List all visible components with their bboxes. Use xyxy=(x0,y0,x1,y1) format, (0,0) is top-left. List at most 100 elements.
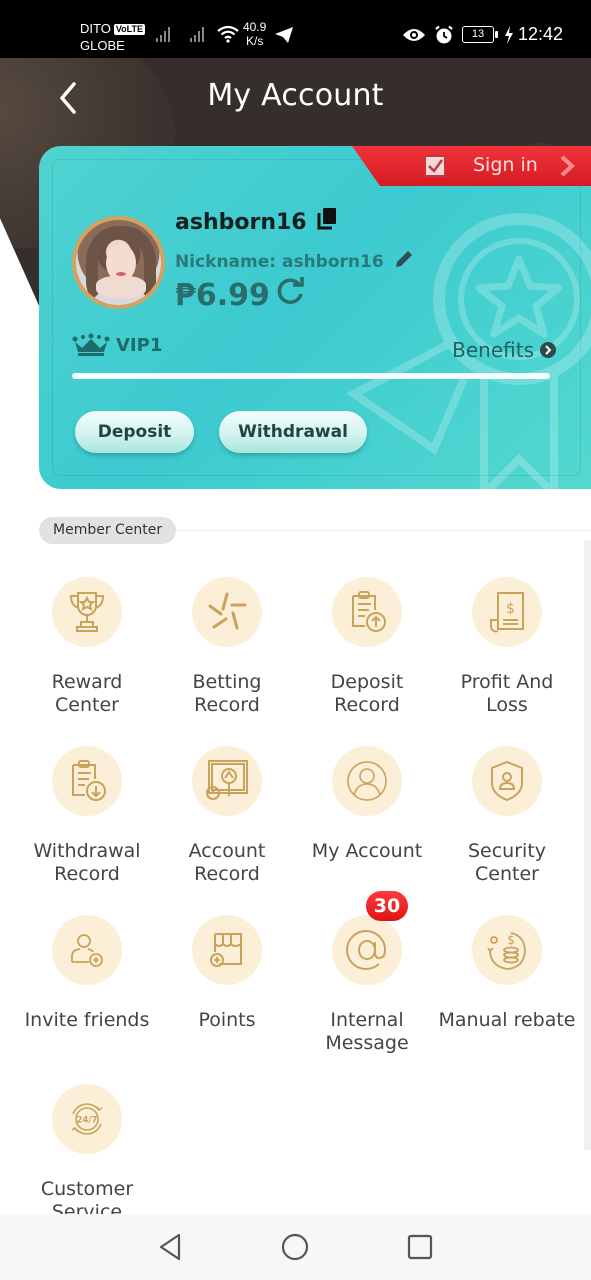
clock: 12:42 xyxy=(517,24,563,44)
icon-circle xyxy=(52,915,122,985)
sign-in-button[interactable]: Sign in xyxy=(352,146,591,186)
edit-nickname-button[interactable] xyxy=(394,249,414,274)
menu-item-customer-service[interactable]: 24/7 Customer Service xyxy=(17,1084,157,1224)
menu-item-betting-record[interactable]: Betting Record xyxy=(157,577,297,717)
menu-item-label: Points xyxy=(198,1009,256,1031)
trophy-icon xyxy=(69,592,105,632)
avatar-hands xyxy=(96,276,146,298)
menu-item-label: Account Record xyxy=(188,840,266,885)
username-row: ashborn16 xyxy=(175,208,337,236)
vip-progress-bar xyxy=(72,373,550,379)
nav-recents-button[interactable] xyxy=(405,1232,435,1262)
menu-item-security-center[interactable]: Security Center xyxy=(437,746,577,886)
nickname-row: Nickname: ashborn16 xyxy=(175,249,414,274)
benefits-link[interactable]: Benefits xyxy=(452,338,556,362)
svg-text:24/7: 24/7 xyxy=(77,1116,98,1126)
icon-circle xyxy=(52,746,122,816)
shield-user-icon xyxy=(491,760,523,802)
vip-progress-fill xyxy=(72,373,550,379)
signal-icon xyxy=(190,26,204,42)
refresh-icon xyxy=(277,277,304,304)
pencil-icon xyxy=(395,251,412,267)
menu-item-label: Internal Message xyxy=(325,1009,409,1054)
refresh-balance-button[interactable] xyxy=(276,276,306,314)
wifi-icon xyxy=(217,25,239,43)
menu-item-invite-friends[interactable]: Invite friends xyxy=(17,915,157,1032)
clipboard-download-icon xyxy=(72,760,106,801)
icon-circle: 30 xyxy=(332,891,408,985)
svg-text:$: $ xyxy=(507,933,515,947)
checkbox-icon xyxy=(424,155,446,177)
menu-item-label: Profit And Loss xyxy=(460,671,554,716)
copy-icon[interactable] xyxy=(317,208,337,236)
scrollbar[interactable] xyxy=(584,540,591,1150)
icon-circle xyxy=(192,577,262,647)
net-speed-unit: K/s xyxy=(246,34,264,48)
chevron-right-circle-icon xyxy=(540,342,556,358)
menu-item-manual-rebate[interactable]: $ Manual rebate xyxy=(437,915,577,1032)
volte-badge: VoLTE xyxy=(113,24,145,35)
nav-back-button[interactable] xyxy=(155,1232,185,1262)
deposit-button[interactable]: Deposit xyxy=(75,411,194,453)
icon-circle xyxy=(192,746,262,816)
menu-item-points[interactable]: Points xyxy=(157,915,297,1032)
sign-in-label: Sign in xyxy=(473,154,538,176)
signal-icon xyxy=(156,26,170,42)
menu-item-reward-center[interactable]: Reward Center xyxy=(17,577,157,717)
coins-rebate-icon: $ xyxy=(487,932,526,970)
chevron-right-icon xyxy=(560,155,575,177)
withdrawal-button[interactable]: Withdrawal xyxy=(219,411,367,453)
svg-text:$: $ xyxy=(506,601,515,617)
invite-user-icon xyxy=(71,934,103,967)
receipt-icon: $ xyxy=(490,592,524,633)
status-bar: DITO VoLTE GLOBE 40.9 K/s 13 12:42 xyxy=(0,0,591,58)
account-record-icon xyxy=(206,760,248,800)
icon-circle xyxy=(332,577,402,647)
icon-circle: $ xyxy=(472,915,542,985)
menu-item-account-record[interactable]: Account Record xyxy=(157,746,297,886)
vip-level: VIP1 xyxy=(72,333,162,357)
icon-circle: $ xyxy=(472,577,542,647)
menu-item-label: My Account xyxy=(311,840,423,862)
notification-badge: 30 xyxy=(366,891,408,921)
nav-home-icon xyxy=(281,1233,309,1261)
menu-item-label: Reward Center xyxy=(51,671,123,716)
nav-back-icon xyxy=(159,1233,181,1261)
menu-item-deposit-record[interactable]: Deposit Record xyxy=(297,577,437,717)
menu-item-internal-message[interactable]: 30 Internal Message xyxy=(297,891,437,1055)
balance-row: ₱6.99 xyxy=(175,276,306,314)
network-speed: 40.9 K/s xyxy=(243,20,266,48)
nav-home-button[interactable] xyxy=(280,1232,310,1262)
menu-item-label: Security Center xyxy=(467,840,547,885)
username: ashborn16 xyxy=(175,209,307,235)
status-right: 13 12:42 xyxy=(402,24,563,45)
battery-icon: 13 xyxy=(461,26,498,43)
clipboard-upload-icon xyxy=(352,591,386,632)
menu-item-my-account[interactable]: My Account xyxy=(297,746,437,863)
menu-item-label: Withdrawal Record xyxy=(33,840,141,885)
vip-level-label: VIP1 xyxy=(116,334,163,356)
telegram-icon xyxy=(275,27,293,43)
user-icon xyxy=(347,761,387,801)
icon-circle xyxy=(472,746,542,816)
charging-icon xyxy=(504,25,513,44)
menu-item-label: Manual rebate xyxy=(438,1009,576,1031)
menu-item-label: Invite friends xyxy=(24,1009,150,1031)
icon-circle xyxy=(192,915,262,985)
menu-item-withdrawal-record[interactable]: Withdrawal Record xyxy=(17,746,157,886)
crown-icon xyxy=(72,333,110,356)
carrier-1: DITO xyxy=(80,21,111,36)
icon-circle xyxy=(332,746,402,816)
avatar[interactable] xyxy=(72,216,165,309)
menu-item-label: Betting Record xyxy=(192,671,262,716)
alarm-icon xyxy=(435,25,453,43)
nickname: Nickname: ashborn16 xyxy=(175,251,384,272)
menu-item-profit-and-loss[interactable]: $ Profit And Loss xyxy=(437,577,577,717)
at-icon xyxy=(346,930,387,971)
eye-icon xyxy=(402,28,425,41)
page-title: My Account xyxy=(207,78,384,113)
carrier-2: GLOBE xyxy=(80,38,125,53)
benefits-label: Benefits xyxy=(452,338,534,362)
system-nav-bar xyxy=(0,1214,591,1280)
section-divider xyxy=(170,530,591,531)
